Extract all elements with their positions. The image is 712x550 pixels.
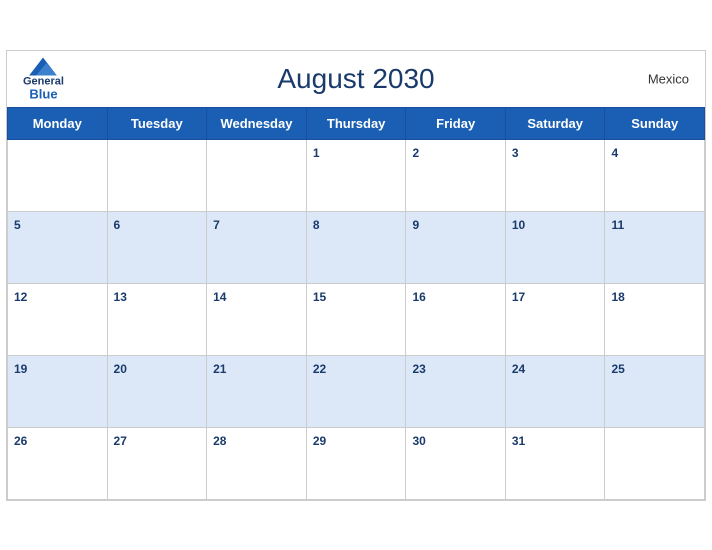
day-26: 26 xyxy=(8,427,108,499)
week-row-2: 5 6 7 8 9 10 11 xyxy=(8,211,705,283)
day-27: 27 xyxy=(107,427,207,499)
day-7: 7 xyxy=(207,211,307,283)
day-number-23: 23 xyxy=(412,362,425,376)
week-row-4: 19 20 21 22 23 24 25 xyxy=(8,355,705,427)
header-wednesday: Wednesday xyxy=(207,107,307,139)
day-number-9: 9 xyxy=(412,218,419,232)
day-30: 30 xyxy=(406,427,505,499)
day-number-28: 28 xyxy=(213,434,226,448)
header-saturday: Saturday xyxy=(505,107,605,139)
day-number-27: 27 xyxy=(114,434,127,448)
logo: General Blue xyxy=(23,57,64,100)
day-number-18: 18 xyxy=(611,290,624,304)
week-row-3: 12 13 14 15 16 17 18 xyxy=(8,283,705,355)
day-9: 9 xyxy=(406,211,505,283)
empty-cell-0-2 xyxy=(207,139,307,211)
country-label: Mexico xyxy=(648,71,689,86)
empty-cell-4-6 xyxy=(605,427,705,499)
day-number-8: 8 xyxy=(313,218,320,232)
header-tuesday: Tuesday xyxy=(107,107,207,139)
day-25: 25 xyxy=(605,355,705,427)
day-number-10: 10 xyxy=(512,218,525,232)
day-18: 18 xyxy=(605,283,705,355)
day-number-6: 6 xyxy=(114,218,121,232)
day-20: 20 xyxy=(107,355,207,427)
day-24: 24 xyxy=(505,355,605,427)
day-12: 12 xyxy=(8,283,108,355)
day-number-21: 21 xyxy=(213,362,226,376)
day-5: 5 xyxy=(8,211,108,283)
day-number-20: 20 xyxy=(114,362,127,376)
day-16: 16 xyxy=(406,283,505,355)
day-19: 19 xyxy=(8,355,108,427)
day-14: 14 xyxy=(207,283,307,355)
day-number-26: 26 xyxy=(14,434,27,448)
day-1: 1 xyxy=(306,139,406,211)
calendar-header: General Blue August 2030 Mexico xyxy=(7,51,705,107)
day-number-22: 22 xyxy=(313,362,326,376)
calendar-title: August 2030 xyxy=(277,63,434,95)
calendar-container: General Blue August 2030 Mexico Monday T… xyxy=(6,50,706,501)
day-number-31: 31 xyxy=(512,434,525,448)
day-17: 17 xyxy=(505,283,605,355)
day-number-24: 24 xyxy=(512,362,525,376)
day-number-11: 11 xyxy=(611,218,624,232)
weekday-header-row: Monday Tuesday Wednesday Thursday Friday… xyxy=(8,107,705,139)
empty-cell-0-0 xyxy=(8,139,108,211)
day-8: 8 xyxy=(306,211,406,283)
day-number-16: 16 xyxy=(412,290,425,304)
week-row-5: 26 27 28 29 30 31 xyxy=(8,427,705,499)
day-number-12: 12 xyxy=(14,290,27,304)
week-row-1: 1 2 3 4 xyxy=(8,139,705,211)
day-13: 13 xyxy=(107,283,207,355)
day-number-5: 5 xyxy=(14,218,21,232)
day-2: 2 xyxy=(406,139,505,211)
day-number-13: 13 xyxy=(114,290,127,304)
day-15: 15 xyxy=(306,283,406,355)
calendar-body: 1234567891011121314151617181920212223242… xyxy=(8,139,705,499)
day-28: 28 xyxy=(207,427,307,499)
day-number-25: 25 xyxy=(611,362,624,376)
day-number-7: 7 xyxy=(213,218,220,232)
day-number-1: 1 xyxy=(313,146,320,160)
empty-cell-0-1 xyxy=(107,139,207,211)
day-number-3: 3 xyxy=(512,146,519,160)
calendar-grid: Monday Tuesday Wednesday Thursday Friday… xyxy=(7,107,705,500)
day-number-29: 29 xyxy=(313,434,326,448)
day-number-4: 4 xyxy=(611,146,618,160)
day-number-15: 15 xyxy=(313,290,326,304)
header-sunday: Sunday xyxy=(605,107,705,139)
day-29: 29 xyxy=(306,427,406,499)
day-23: 23 xyxy=(406,355,505,427)
day-10: 10 xyxy=(505,211,605,283)
logo-blue-text: Blue xyxy=(29,87,57,100)
day-22: 22 xyxy=(306,355,406,427)
day-4: 4 xyxy=(605,139,705,211)
day-21: 21 xyxy=(207,355,307,427)
day-number-30: 30 xyxy=(412,434,425,448)
day-3: 3 xyxy=(505,139,605,211)
header-monday: Monday xyxy=(8,107,108,139)
day-6: 6 xyxy=(107,211,207,283)
day-11: 11 xyxy=(605,211,705,283)
header-friday: Friday xyxy=(406,107,505,139)
day-number-2: 2 xyxy=(412,146,419,160)
day-number-17: 17 xyxy=(512,290,525,304)
day-number-14: 14 xyxy=(213,290,226,304)
logo-icon xyxy=(29,57,57,75)
day-31: 31 xyxy=(505,427,605,499)
day-number-19: 19 xyxy=(14,362,27,376)
header-thursday: Thursday xyxy=(306,107,406,139)
